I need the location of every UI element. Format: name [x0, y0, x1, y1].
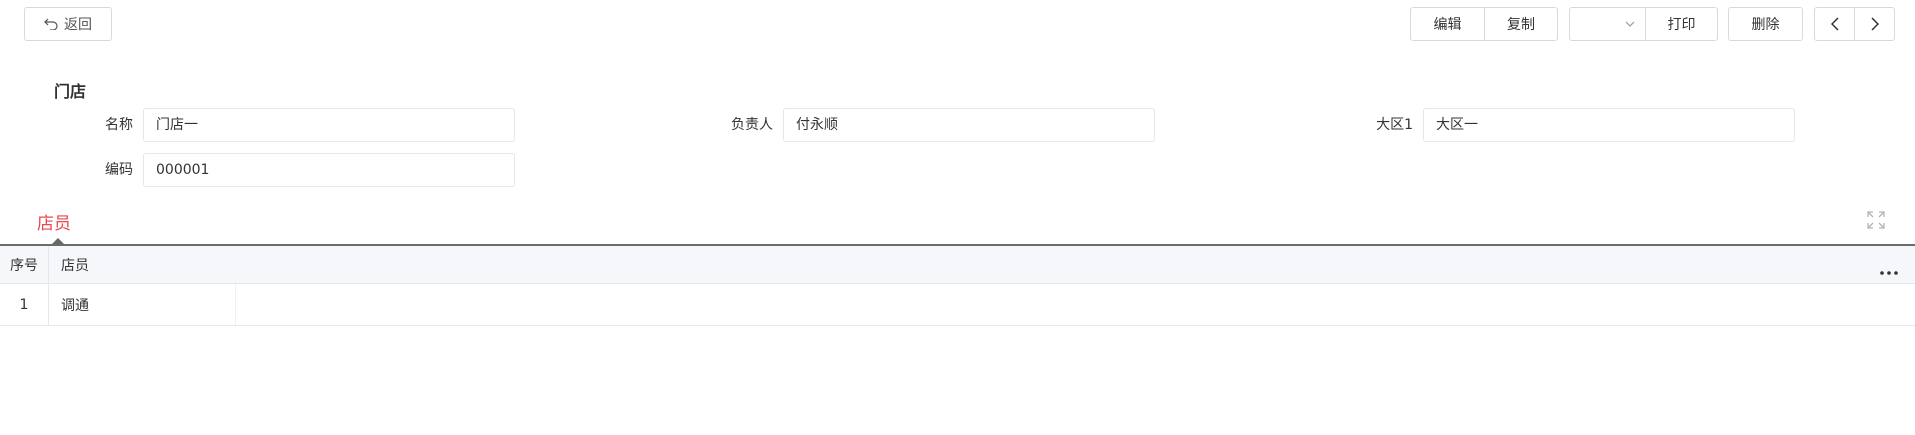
copy-button-label: 复制	[1507, 17, 1535, 33]
delete-button-label: 删除	[1751, 17, 1780, 33]
column-header-staff[interactable]: 店员	[50, 246, 236, 283]
field-label-code: 编码	[105, 162, 133, 178]
back-button-label: 返回	[64, 17, 92, 33]
edit-button-label: 编辑	[1433, 17, 1462, 33]
next-record-button[interactable]	[1854, 7, 1895, 41]
column-header-index: 序号	[0, 246, 49, 283]
delete-button[interactable]: 删除	[1728, 7, 1803, 41]
edit-copy-group: 编辑 复制	[1410, 7, 1558, 41]
region-field[interactable]: 大区一	[1423, 108, 1795, 142]
edit-button[interactable]: 编辑	[1410, 7, 1485, 41]
name-field[interactable]: 门店一	[143, 108, 515, 142]
fullscreen-icon[interactable]	[1866, 210, 1886, 230]
return-icon	[44, 18, 58, 30]
previous-record-button[interactable]	[1814, 7, 1855, 41]
manager-field[interactable]: 付永顺	[783, 108, 1155, 142]
more-options-icon[interactable]	[1880, 263, 1898, 279]
field-label-manager: 负责人	[731, 117, 773, 133]
print-button[interactable]: 打印	[1645, 7, 1718, 41]
record-nav-group	[1814, 7, 1895, 41]
print-group: 打印	[1569, 7, 1718, 41]
print-template-select[interactable]	[1569, 7, 1646, 41]
field-label-name: 名称	[105, 117, 133, 133]
row-index: 1	[0, 284, 49, 325]
field-label-region: 大区1	[1376, 117, 1413, 133]
chevron-down-icon	[1625, 21, 1635, 27]
chevron-right-icon	[1870, 17, 1879, 31]
tab-staff[interactable]: 店员	[37, 209, 71, 234]
code-field[interactable]: 000001	[143, 153, 515, 187]
staff-cell[interactable]: 调通	[50, 284, 236, 325]
back-button[interactable]: 返回	[24, 7, 112, 41]
grid-header: 序号 店员	[0, 246, 1915, 284]
copy-button[interactable]: 复制	[1484, 7, 1558, 41]
section-title: 门店	[54, 82, 87, 101]
table-row[interactable]: 1 调通	[0, 284, 1915, 326]
print-button-label: 打印	[1667, 17, 1696, 33]
chevron-left-icon	[1830, 17, 1839, 31]
